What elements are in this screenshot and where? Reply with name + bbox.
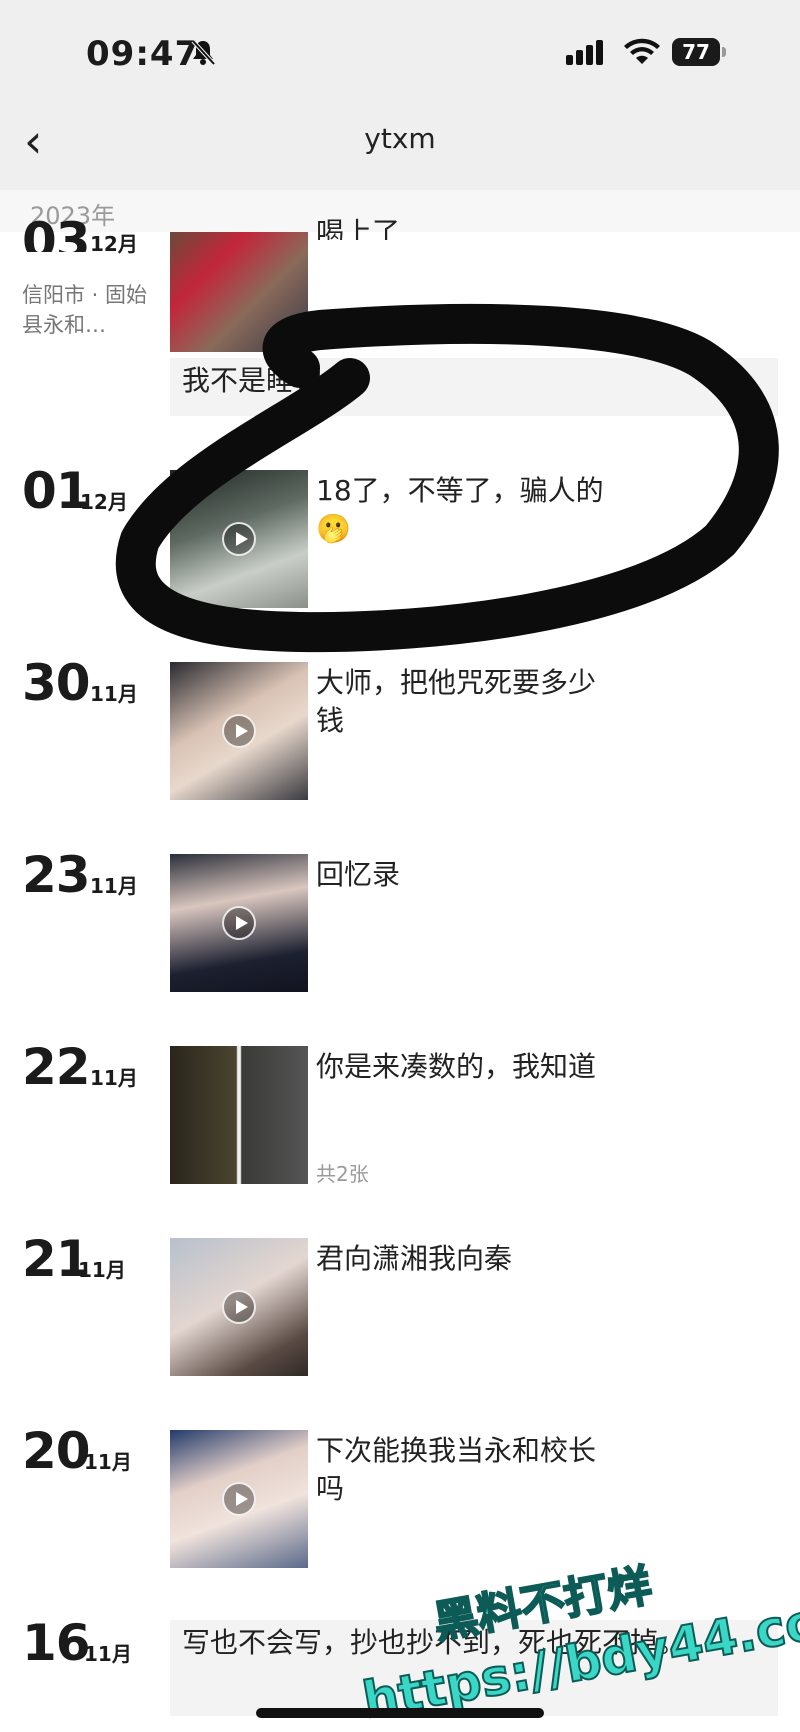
wifi-icon bbox=[624, 38, 660, 64]
entry-day: 03 bbox=[22, 212, 90, 252]
entry-video-thumbnail[interactable] bbox=[170, 1430, 308, 1568]
page-title: ytxm bbox=[364, 122, 436, 155]
entry-caption: 回忆录 bbox=[316, 858, 401, 891]
entry-month: 11月 bbox=[84, 1642, 132, 1666]
entry-video-thumbnail[interactable] bbox=[170, 662, 308, 800]
entry-day: 30 bbox=[22, 654, 91, 712]
home-indicator bbox=[256, 1708, 544, 1718]
entry-day: 22 bbox=[22, 1038, 91, 1096]
mute-bell-icon bbox=[191, 39, 216, 66]
entry-month: 11月 bbox=[90, 874, 138, 898]
entry-day: 20 bbox=[22, 1422, 91, 1480]
battery-indicator: 77 bbox=[672, 38, 720, 66]
entry-video-thumbnail[interactable] bbox=[170, 470, 308, 608]
battery-tip bbox=[722, 47, 726, 57]
entry-month: 11月 bbox=[90, 682, 138, 706]
entry-caption: 大师，把他咒死要多少钱 bbox=[316, 666, 597, 737]
play-icon bbox=[222, 522, 256, 556]
status-time: 09:47 bbox=[86, 34, 200, 74]
entry-location: 信阳市 · 固始县永和… bbox=[22, 283, 148, 337]
entry-day: 16 bbox=[22, 1614, 91, 1672]
cellular-signal-icon bbox=[566, 40, 606, 65]
play-icon bbox=[222, 1290, 256, 1324]
entry-month: 12月 bbox=[80, 490, 128, 514]
entry-caption: 君向潇湘我向秦 bbox=[316, 1242, 513, 1275]
play-icon bbox=[222, 714, 256, 748]
entry-video-thumbnail[interactable] bbox=[170, 854, 308, 992]
entry-photo-count: 共2张 bbox=[316, 1162, 369, 1186]
play-icon bbox=[222, 906, 256, 940]
play-icon bbox=[222, 1482, 256, 1516]
entry-month: 11月 bbox=[84, 1450, 132, 1474]
entry-text-post[interactable]: 我不是睡神 bbox=[170, 358, 778, 416]
entry-caption: 喝上了 bbox=[316, 216, 401, 240]
entry-photo-grid[interactable] bbox=[170, 1046, 308, 1184]
entry-photo[interactable] bbox=[170, 232, 308, 352]
entry-caption: 18了，不等了，骗人的🫢 bbox=[316, 474, 604, 545]
entry-month: 12月 bbox=[90, 232, 138, 256]
entry-month: 11月 bbox=[78, 1258, 126, 1282]
entry-video-thumbnail[interactable] bbox=[170, 1238, 308, 1376]
entry-day: 23 bbox=[22, 846, 91, 904]
entry-caption: 下次能换我当永和校长吗 bbox=[316, 1434, 597, 1505]
entry-month: 11月 bbox=[90, 1066, 138, 1090]
entry-caption: 你是来凑数的，我知道 bbox=[316, 1050, 597, 1083]
